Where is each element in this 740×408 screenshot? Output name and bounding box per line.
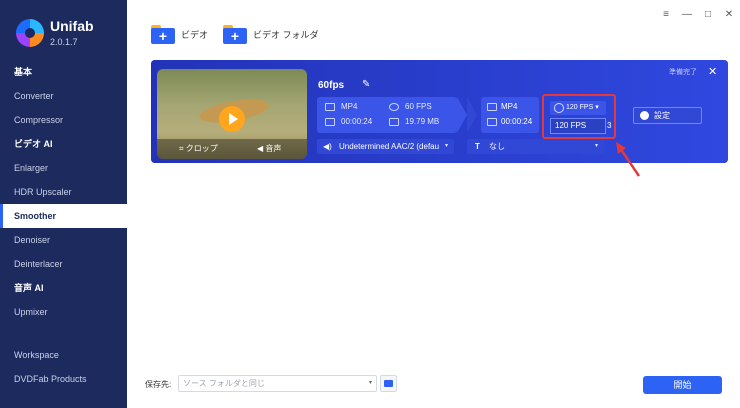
app-logo: Unifab 2.0.1.7: [16, 18, 94, 48]
subtitle-dropdown[interactable]: T なし ▾: [467, 139, 604, 154]
sidebar-item-compressor[interactable]: Compressor: [0, 108, 127, 132]
source-fps: 60 FPS: [405, 102, 432, 111]
remove-task-icon[interactable]: ✕: [708, 65, 717, 78]
add-folder-icon: +: [223, 24, 247, 44]
source-format: MP4: [341, 102, 358, 111]
fps-input[interactable]: 120 FPS: [550, 118, 606, 134]
annotation-arrow-icon: [616, 142, 641, 177]
audio-button[interactable]: ◀ 音声: [257, 143, 281, 154]
output-duration: 00:00:24: [501, 117, 533, 126]
settings-button[interactable]: 設定: [633, 107, 702, 124]
clock-icon: [325, 118, 335, 126]
sidebar-item-converter[interactable]: Converter: [0, 84, 127, 108]
maximize-icon[interactable]: □: [701, 9, 715, 20]
sidebar-item-workspace[interactable]: Workspace: [0, 343, 127, 367]
audio-track-dropdown[interactable]: ◀) Undetermined AAC/2 (defau ▾: [317, 139, 454, 154]
sidebar-item-upmixer[interactable]: Upmixer: [0, 300, 127, 324]
logo-icon: [16, 19, 44, 47]
source-size: 19.79 MB: [405, 117, 440, 126]
file-size-icon: [389, 118, 399, 126]
save-to-label: 保存先:: [145, 380, 172, 389]
edit-icon[interactable]: ✎: [362, 79, 374, 91]
start-button[interactable]: 開始: [643, 376, 722, 394]
add-folder-label: ビデオ フォルダ: [253, 29, 319, 40]
crop-icon: ⌗: [179, 144, 186, 153]
task-title: 60fps: [318, 80, 345, 91]
menu-icon[interactable]: ≡: [659, 9, 673, 20]
sidebar-section-basic: 基本: [14, 67, 33, 77]
fps-dropdown-icon: [554, 103, 564, 113]
chevron-down-icon: ▾: [594, 143, 598, 149]
sidebar-section-video-ai: ビデオ AI: [14, 139, 53, 149]
settings-icon: [640, 111, 649, 120]
output-format-icon: [487, 103, 497, 111]
output-format[interactable]: MP4: [501, 102, 517, 111]
add-video-icon: +: [151, 24, 175, 44]
source-duration: 00:00:24: [341, 117, 373, 126]
output-info: MP4 00:00:24: [481, 97, 539, 133]
fps-extra-text: 3: [607, 121, 612, 130]
add-video-label: ビデオ: [181, 29, 209, 40]
sidebar-item-hdr-upscaler[interactable]: HDR Upscaler: [0, 180, 127, 204]
sidebar-item-smoother[interactable]: Smoother: [0, 204, 127, 228]
chevron-down-icon: ▾: [444, 143, 448, 149]
fps-icon: [389, 103, 399, 111]
sidebar-item-dvdfab-products[interactable]: DVDFab Products: [0, 367, 127, 391]
chevron-down-icon: ▾: [368, 380, 372, 386]
minimize-icon[interactable]: —: [680, 9, 694, 20]
app-name: Unifab: [50, 18, 94, 34]
sidebar-nav: 基本 Converter Compressor ビデオ AI Enlarger …: [0, 60, 127, 391]
video-thumbnail[interactable]: ⌗ クロップ ◀ 音声: [157, 69, 307, 159]
add-video-button[interactable]: + ビデオ: [151, 24, 208, 44]
status-text: 準備完了: [669, 69, 697, 76]
browse-folder-button[interactable]: [380, 375, 397, 392]
sidebar-item-denoiser[interactable]: Denoiser: [0, 228, 127, 252]
text-icon: T: [475, 142, 480, 151]
crop-button[interactable]: ⌗ クロップ: [179, 143, 218, 154]
app-version: 2.0.1.7: [50, 37, 78, 47]
arrow-icon: [457, 97, 467, 133]
sidebar-item-deinterlacer[interactable]: Deinterlacer: [0, 252, 127, 276]
save-path-select[interactable]: ソース フォルダと同じ ▾: [178, 375, 377, 392]
sidebar-item-enlarger[interactable]: Enlarger: [0, 156, 127, 180]
fps-highlight: 120 FPS ▾ 120 FPS 3: [542, 94, 616, 139]
video-format-icon: [325, 103, 335, 111]
fps-dropdown[interactable]: 120 FPS ▾: [550, 101, 606, 115]
close-icon[interactable]: ✕: [722, 9, 736, 20]
source-info: MP4 60 FPS 00:00:24 19.79 MB: [317, 97, 457, 133]
add-folder-button[interactable]: + ビデオ フォルダ: [223, 24, 319, 44]
speaker-icon: ◀): [323, 142, 332, 151]
arrow-icon-2: [467, 97, 477, 133]
output-clock-icon: [487, 118, 497, 126]
play-icon[interactable]: [219, 106, 245, 132]
sidebar: Unifab 2.0.1.7 基本 Converter Compressor ビ…: [0, 0, 127, 408]
sidebar-section-audio-ai: 音声 AI: [14, 283, 44, 293]
